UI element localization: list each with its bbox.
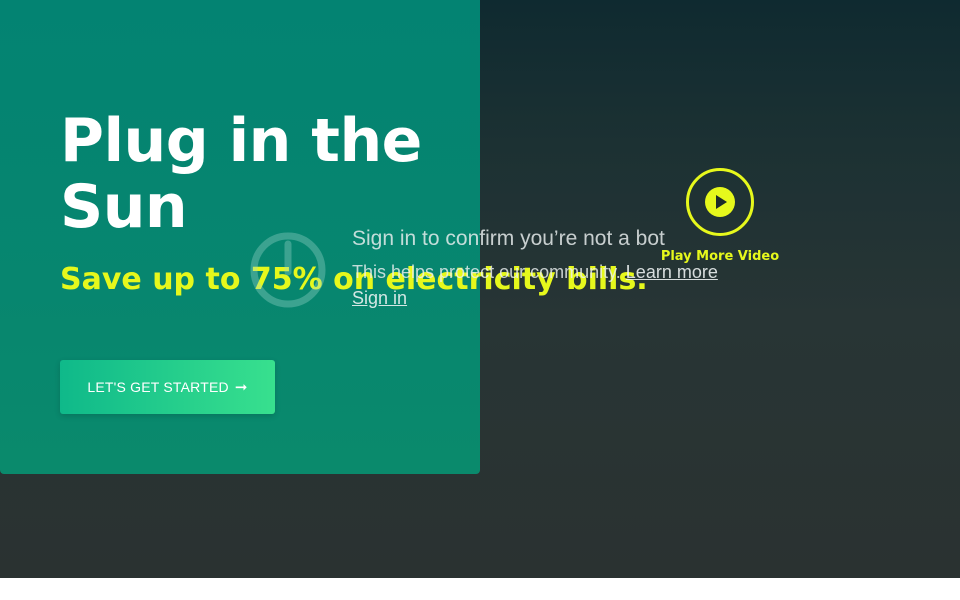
hero-section: Plug in the Sun Save up to 75% on electr…: [0, 0, 960, 578]
learn-more-link[interactable]: Learn more: [626, 262, 718, 282]
sign-in-link[interactable]: Sign in: [352, 288, 407, 309]
play-video-button[interactable]: [686, 168, 754, 236]
play-icon: [705, 187, 735, 217]
bot-check-title: Sign in to confirm you’re not a bot: [352, 227, 665, 250]
bot-check-description-text: This helps protect our community.: [352, 262, 621, 282]
page-footer-strip: [0, 578, 960, 600]
bot-check-description: This helps protect our community. Learn …: [352, 262, 718, 283]
get-started-label: LET'S GET STARTED: [87, 379, 229, 395]
power-icon: [250, 232, 326, 308]
hero-headline: Plug in the Sun: [60, 106, 422, 242]
get-started-button[interactable]: LET'S GET STARTED ➞: [60, 360, 275, 414]
arrow-right-icon: ➞: [234, 379, 248, 396]
